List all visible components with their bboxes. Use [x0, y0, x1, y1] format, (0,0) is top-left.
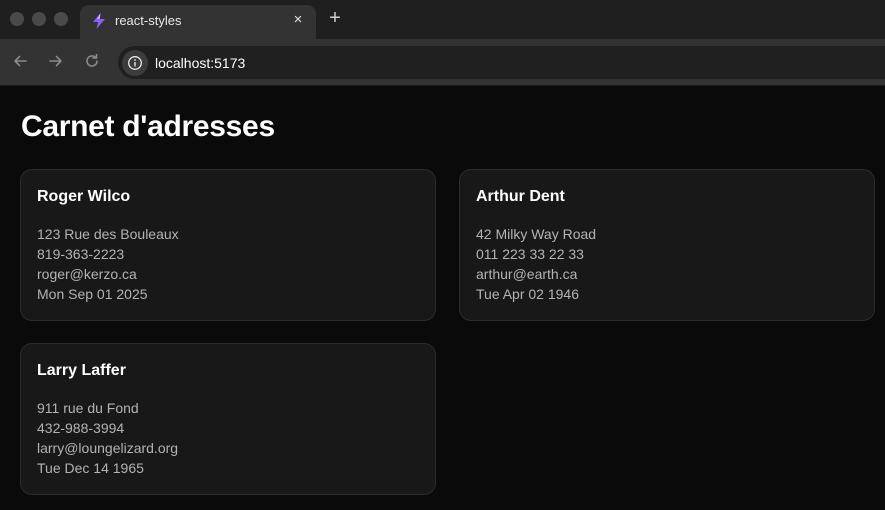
contact-address: 911 rue du Fond	[37, 400, 139, 416]
contact-phone: 432-988-3994	[37, 420, 125, 436]
new-tab-button[interactable]: +	[326, 7, 344, 29]
vite-bolt-icon	[90, 12, 108, 30]
contact-name: Larry Laffer	[37, 362, 126, 379]
browser-toolbar: localhost:5173	[0, 39, 885, 86]
contact-phone: 011 223 33 22 33	[476, 246, 584, 262]
arrow-right-icon[interactable]	[47, 52, 65, 70]
contact-email: arthur@earth.ca	[476, 266, 578, 282]
contact-name: Roger Wilco	[37, 188, 131, 205]
contact-card: Larry Laffer 911 rue du Fond 432-988-399…	[20, 343, 436, 495]
contact-phone: 819-363-2223	[37, 246, 125, 262]
address-url[interactable]: localhost:5173	[155, 55, 245, 71]
window-close-dot[interactable]	[10, 12, 24, 26]
contact-address: 123 Rue des Bouleaux	[37, 226, 179, 242]
contact-card: Arthur Dent 42 Milky Way Road 011 223 33…	[459, 169, 875, 321]
page-title: Carnet d'adresses	[21, 110, 275, 143]
window-maximize-dot[interactable]	[54, 12, 68, 26]
contact-date: Tue Dec 14 1965	[37, 460, 144, 476]
page-content: Carnet d'adresses Roger Wilco 123 Rue de…	[0, 87, 885, 510]
contact-date: Tue Apr 02 1946	[476, 286, 580, 302]
contact-name: Arthur Dent	[476, 188, 565, 205]
browser-tabbar: react-styles × +	[0, 0, 885, 39]
contact-date: Mon Sep 01 2025	[37, 286, 148, 302]
contact-card: Roger Wilco 123 Rue des Bouleaux 819-363…	[20, 169, 436, 321]
reload-icon[interactable]	[83, 52, 101, 70]
tab-title: react-styles	[115, 13, 182, 28]
browser-tab[interactable]: react-styles ×	[80, 5, 316, 39]
tab-close-icon[interactable]: ×	[290, 11, 306, 29]
address-bar[interactable]: localhost:5173	[118, 46, 885, 79]
arrow-left-icon[interactable]	[11, 52, 29, 70]
contact-email: larry@loungelizard.org	[37, 440, 179, 456]
window-minimize-dot[interactable]	[32, 12, 46, 26]
contact-email: roger@kerzo.ca	[37, 266, 137, 282]
contact-address: 42 Milky Way Road	[476, 226, 597, 242]
info-icon[interactable]	[122, 50, 148, 76]
